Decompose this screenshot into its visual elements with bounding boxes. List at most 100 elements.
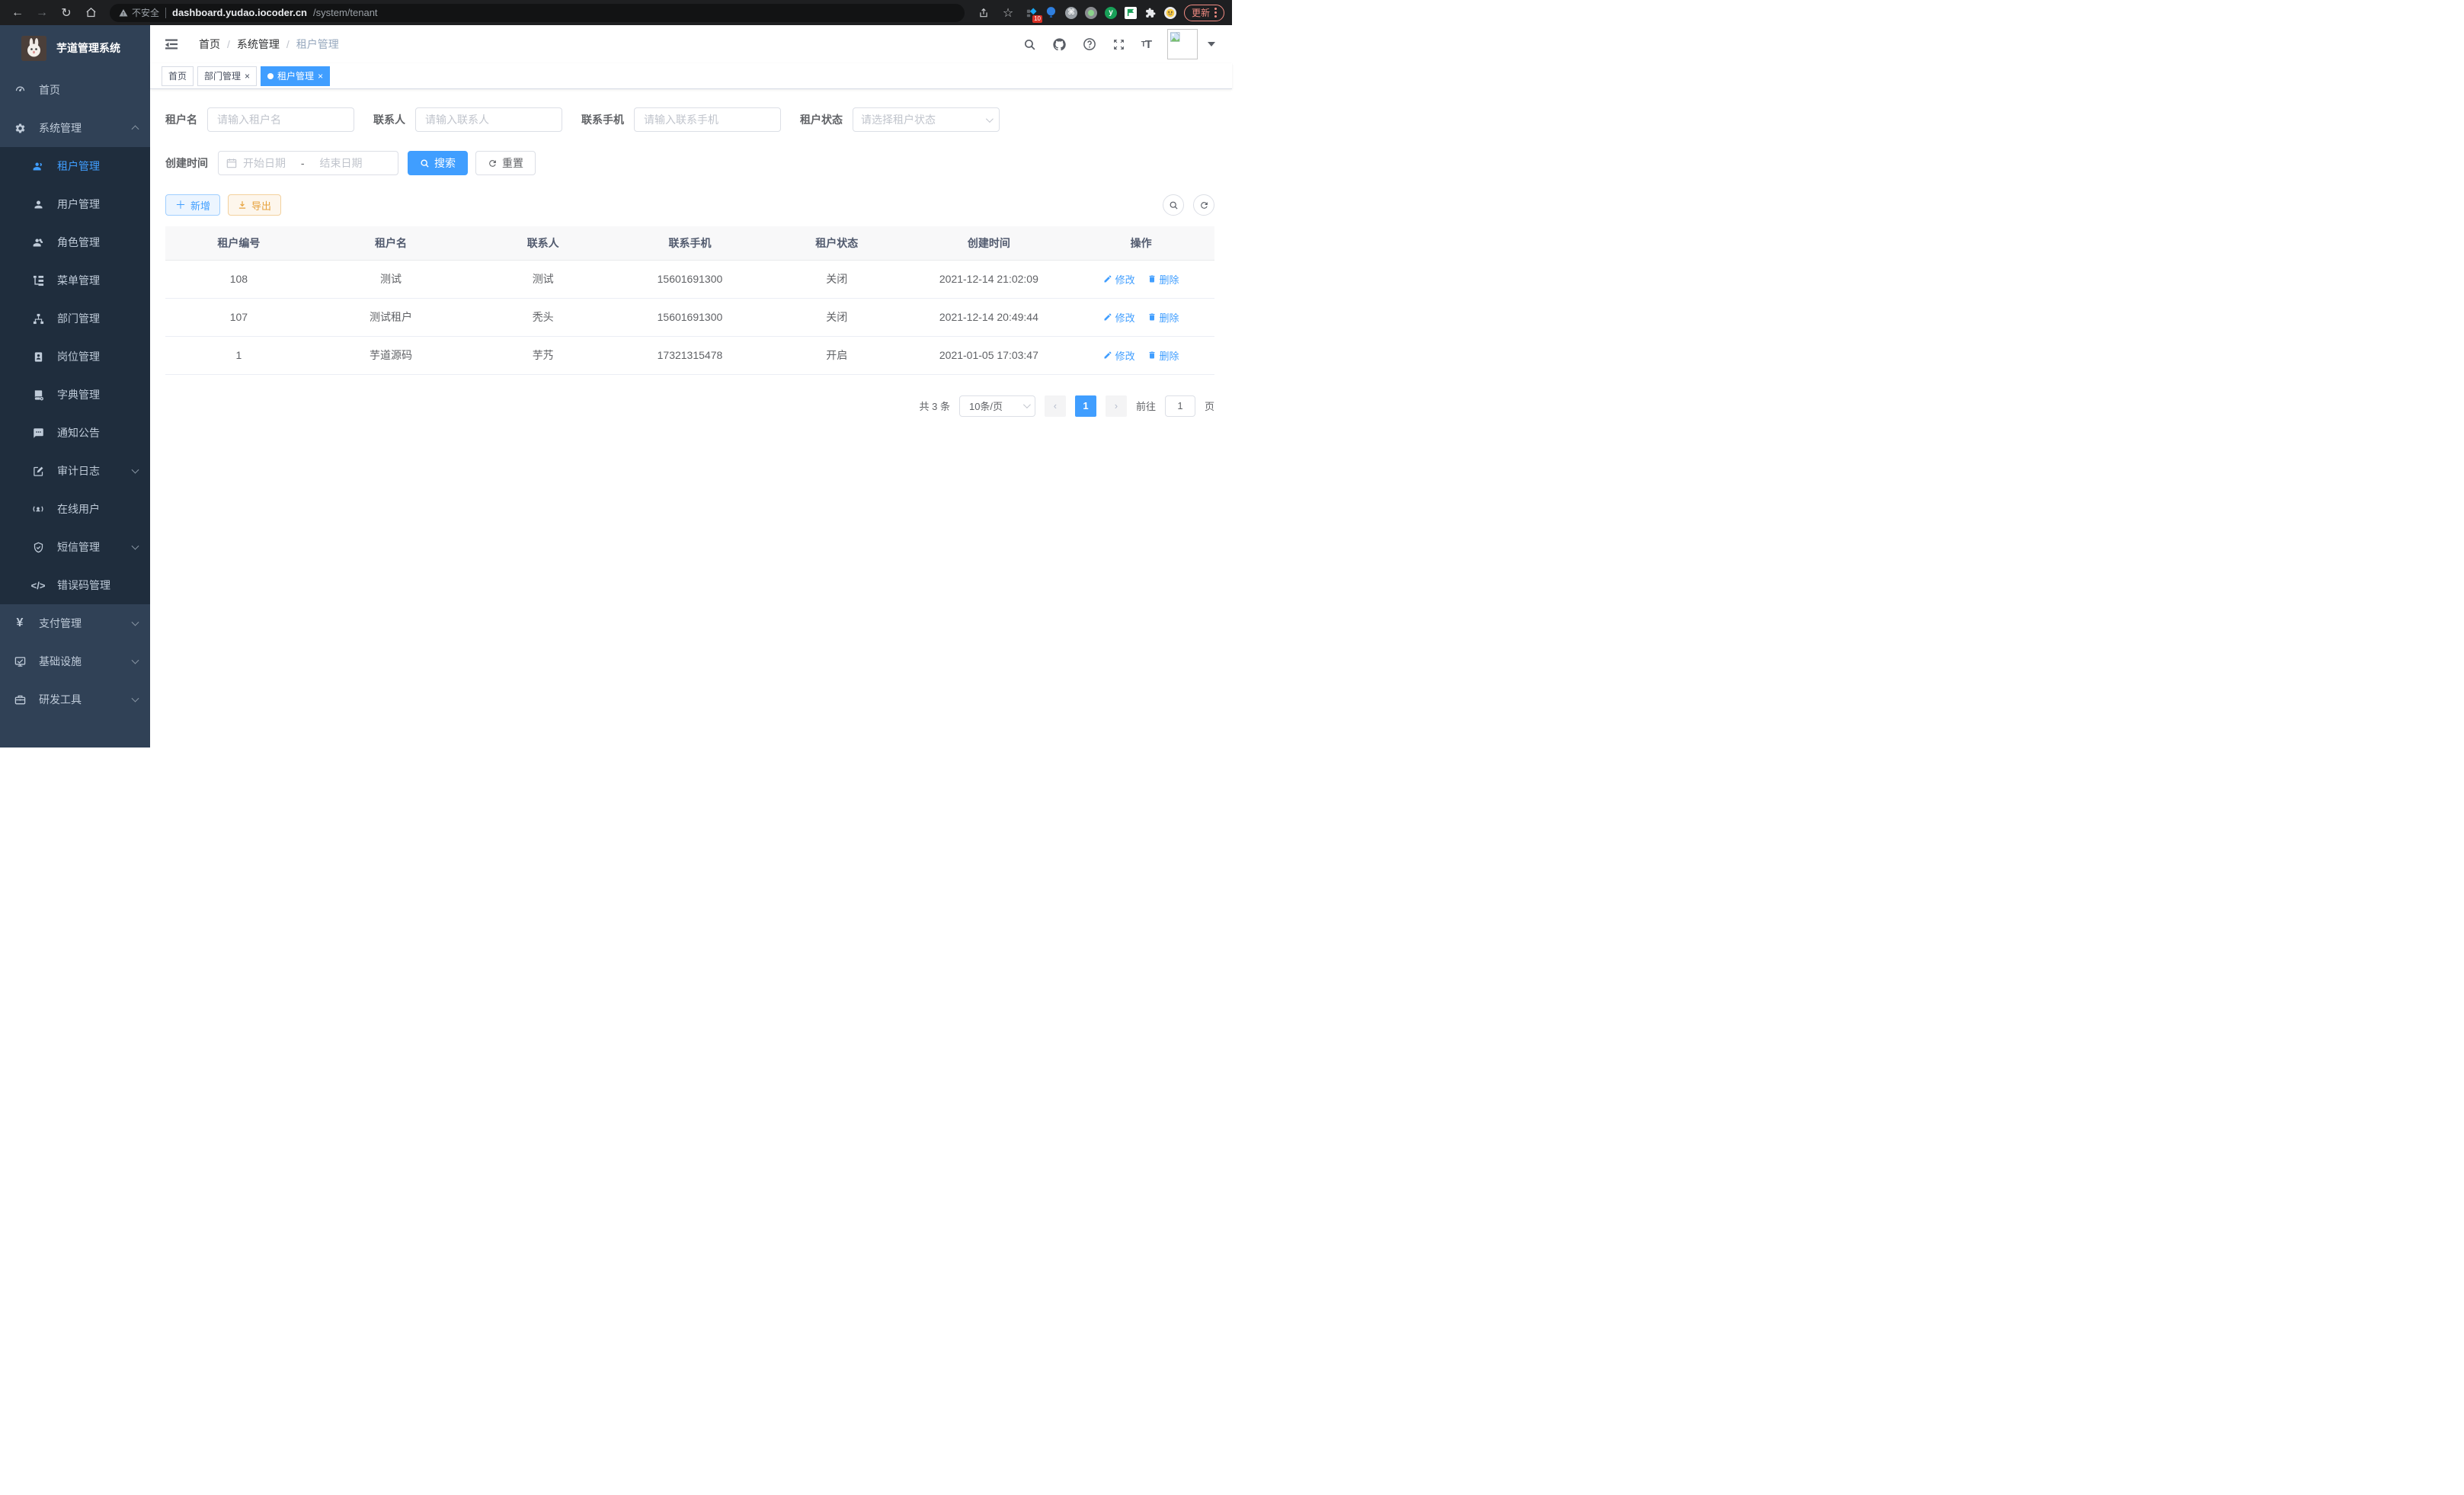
chevron-down-icon	[132, 619, 139, 626]
share-icon[interactable]	[974, 3, 994, 23]
sidebar-item-dept[interactable]: 部门管理	[0, 299, 150, 338]
sidebar-collapse-icon[interactable]	[164, 37, 179, 52]
org-chart-icon	[32, 313, 44, 325]
page-number-1[interactable]: 1	[1075, 395, 1096, 417]
sidebar-item-tenant[interactable]: 租户管理	[0, 147, 150, 185]
prev-page-button[interactable]: ‹	[1045, 395, 1066, 417]
delete-button[interactable]: 删除	[1147, 272, 1179, 287]
tab-tenant[interactable]: 租户管理 ×	[261, 66, 330, 86]
status-select[interactable]: 请选择租户状态	[853, 107, 1000, 132]
address-bar[interactable]: 不安全 dashboard.yudao.iocoder.cn/system/te…	[110, 4, 965, 22]
close-icon[interactable]: ×	[318, 72, 323, 81]
extension-green-dot-icon[interactable]	[1085, 7, 1097, 19]
next-page-button[interactable]: ›	[1106, 395, 1127, 417]
pagination-total: 共 3 条	[920, 399, 950, 413]
chrome-menu-icon[interactable]	[1214, 8, 1217, 18]
sidebar-item-post[interactable]: 岗位管理	[0, 338, 150, 376]
user-avatar[interactable]	[1167, 29, 1198, 59]
browser-back-icon[interactable]: ←	[8, 3, 27, 23]
status-value: 开启	[763, 336, 910, 374]
delete-button[interactable]: 删除	[1147, 310, 1179, 325]
sidebar-item-audit[interactable]: 审计日志	[0, 452, 150, 490]
chevron-down-icon	[132, 543, 139, 550]
help-icon[interactable]	[1083, 37, 1096, 51]
sidebar-item-notice[interactable]: 通知公告	[0, 414, 150, 452]
sidebar-item-home[interactable]: 首页	[0, 71, 150, 109]
edit-button[interactable]: 修改	[1103, 272, 1135, 287]
table-row: 108 测试 测试 15601691300 关闭 2021-12-14 21:0…	[165, 260, 1214, 298]
sidebar-item-errcode[interactable]: </> 错误码管理	[0, 566, 150, 604]
sidebar-item-role[interactable]: 角色管理	[0, 223, 150, 261]
breadcrumb-section[interactable]: 系统管理	[237, 37, 280, 52]
download-icon	[238, 200, 247, 210]
extension-icons: 10 ⌘ y	[1022, 7, 1179, 19]
contact-input[interactable]	[415, 107, 562, 132]
edit-button[interactable]: 修改	[1103, 310, 1135, 325]
export-button[interactable]: 导出	[228, 194, 281, 216]
search-button[interactable]: 搜索	[408, 151, 468, 175]
sidebar-item-dict[interactable]: 字典管理	[0, 376, 150, 414]
extension-flag-icon[interactable]	[1125, 7, 1137, 19]
breadcrumb-current: 租户管理	[296, 37, 339, 52]
sidebar-item-devtools[interactable]: 研发工具	[0, 680, 150, 719]
url-divider	[165, 8, 166, 18]
app-logo-row[interactable]: 芋道管理系统	[0, 25, 150, 71]
tenant-name-input[interactable]	[207, 107, 354, 132]
chrome-update-button[interactable]: 更新	[1184, 5, 1224, 21]
url-path: /system/tenant	[313, 7, 378, 18]
extension-balloon-icon[interactable]	[1045, 7, 1058, 19]
browser-home-icon[interactable]	[81, 3, 101, 23]
sidebar-item-infra[interactable]: 基础设施	[0, 642, 150, 680]
bookmark-star-icon[interactable]: ☆	[998, 3, 1018, 23]
show-search-toggle-button[interactable]	[1163, 194, 1184, 216]
not-secure-warning[interactable]: 不安全	[119, 6, 159, 19]
col-actions: 操作	[1067, 226, 1214, 260]
sidebar-item-online[interactable]: 在线用户	[0, 490, 150, 528]
extensions-puzzle-icon[interactable]	[1144, 7, 1157, 19]
sidebar-item-user[interactable]: 用户管理	[0, 185, 150, 223]
table-header-row: 租户编号 租户名 联系人 联系手机 租户状态 创建时间 操作	[165, 226, 1214, 260]
github-icon[interactable]	[1052, 37, 1067, 52]
profile-avatar-icon[interactable]	[1164, 7, 1176, 19]
browser-forward-icon[interactable]: →	[32, 3, 52, 23]
mobile-input[interactable]	[634, 107, 781, 132]
col-contact: 联系人	[469, 226, 616, 260]
font-size-icon[interactable]: TT	[1141, 38, 1151, 51]
edit-icon	[1103, 351, 1112, 360]
fullscreen-icon[interactable]	[1112, 38, 1125, 51]
browser-reload-icon[interactable]: ↻	[56, 3, 76, 23]
delete-button[interactable]: 删除	[1147, 348, 1179, 363]
goto-page-input[interactable]	[1165, 395, 1195, 417]
trash-icon	[1147, 274, 1157, 283]
chevron-down-icon	[1023, 401, 1031, 408]
tab-dept[interactable]: 部门管理 ×	[197, 66, 257, 86]
extension-command-icon[interactable]: ⌘	[1065, 7, 1077, 19]
sidebar-item-system[interactable]: 系统管理	[0, 109, 150, 147]
browser-toolbar: ← → ↻ 不安全 dashboard.yudao.iocoder.cn/sys…	[0, 0, 1232, 25]
avatar-caret-icon[interactable]	[1208, 42, 1215, 46]
tab-home[interactable]: 首页	[162, 66, 194, 86]
sidebar: 芋道管理系统 首页 系统管理 租户管理 用户管理	[0, 25, 150, 748]
plus-icon: ＋	[175, 197, 186, 213]
dictionary-icon	[32, 389, 44, 401]
create-time-range-picker[interactable]: 开始日期 - 结束日期	[218, 151, 398, 175]
refresh-table-button[interactable]	[1193, 194, 1214, 216]
breadcrumb-home[interactable]: 首页	[199, 37, 220, 52]
extension-y-icon[interactable]: y	[1105, 7, 1117, 19]
col-created: 创建时间	[910, 226, 1068, 260]
user-icon	[32, 199, 44, 210]
refresh-icon	[488, 158, 498, 168]
sidebar-item-sms[interactable]: 短信管理	[0, 528, 150, 566]
sidebar-item-menu[interactable]: 菜单管理	[0, 261, 150, 299]
extension-tabs-icon[interactable]: 10	[1026, 7, 1038, 19]
edit-button[interactable]: 修改	[1103, 348, 1135, 363]
col-mobile: 联系手机	[616, 226, 763, 260]
reset-button[interactable]: 重置	[475, 151, 536, 175]
sidebar-item-payment[interactable]: ¥ 支付管理	[0, 604, 150, 642]
page-size-select[interactable]: 10条/页	[959, 395, 1035, 417]
edit-icon	[1103, 274, 1112, 283]
close-icon[interactable]: ×	[245, 72, 250, 81]
header-search-icon[interactable]	[1023, 38, 1036, 51]
add-button[interactable]: ＋ 新增	[165, 194, 220, 216]
pagination: 共 3 条 10条/页 ‹ 1 › 前往 页	[165, 395, 1214, 417]
